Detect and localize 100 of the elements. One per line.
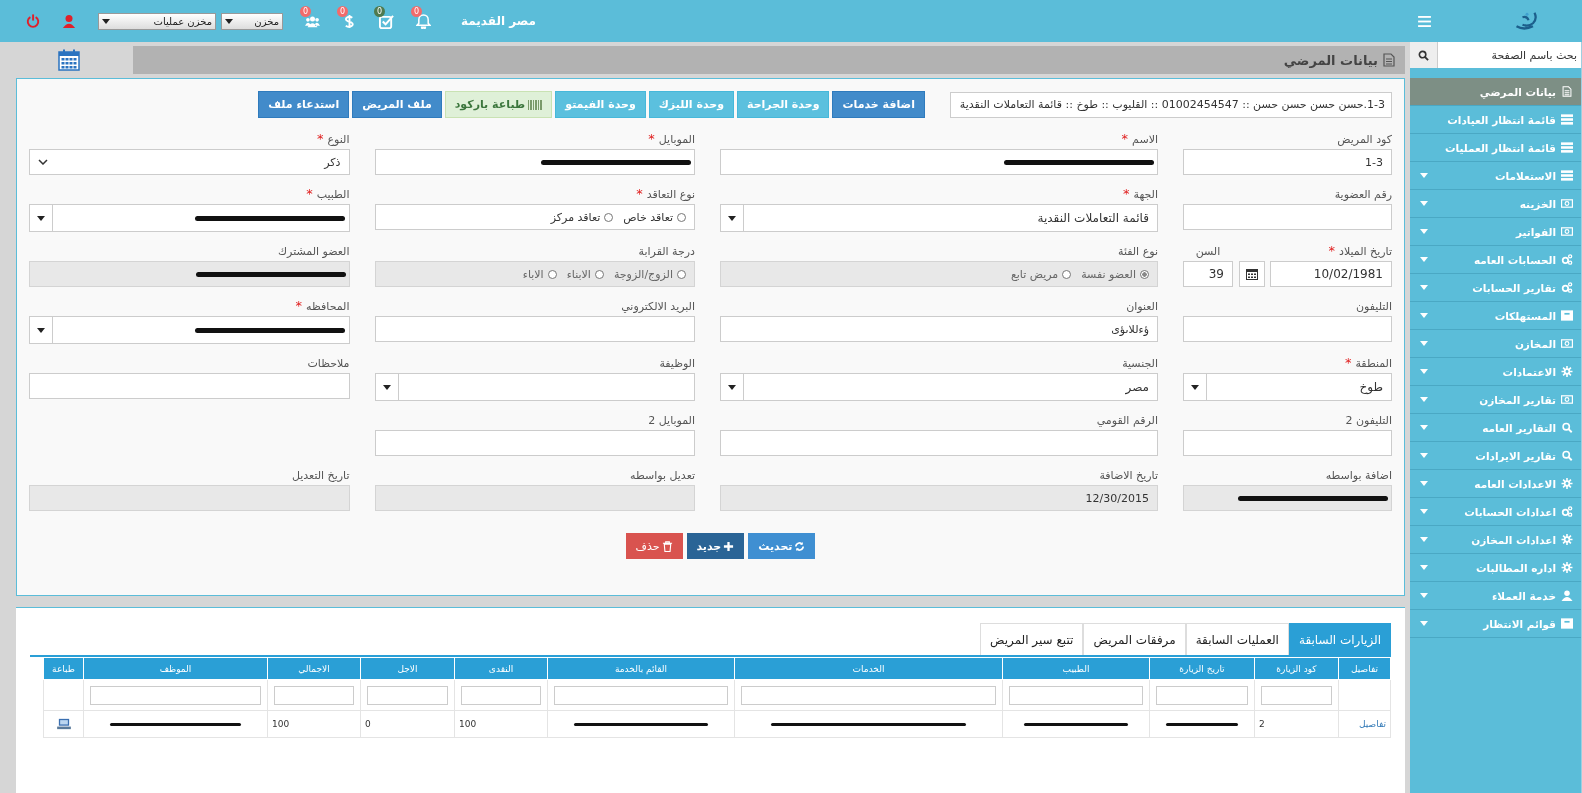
text-field[interactable] <box>374 430 695 456</box>
form-button[interactable]: جديد <box>686 533 745 559</box>
search-field[interactable]: بحث باسم الصفحة <box>1438 42 1581 68</box>
tab[interactable]: العمليات السابقة <box>1185 623 1289 655</box>
combo-field[interactable]: مصر <box>720 373 1158 401</box>
field-label: ملاحظات <box>307 357 350 370</box>
sidebar-item[interactable]: المستهلكات <box>1410 302 1581 330</box>
filter-field[interactable] <box>1009 685 1143 705</box>
gears-icon <box>1561 282 1573 293</box>
date-field[interactable]: 10/02/1981 <box>1270 261 1392 287</box>
combo-field[interactable] <box>374 373 695 401</box>
table-cell: 100 <box>272 719 290 729</box>
filter-field[interactable] <box>367 685 448 705</box>
combo-field[interactable]: طوخ <box>1183 373 1392 401</box>
action-button[interactable]: ملف المريض <box>352 91 442 118</box>
sidebar-item[interactable]: بيانات المرضي <box>1410 78 1581 106</box>
text-field[interactable] <box>374 149 695 175</box>
filter-field[interactable] <box>461 685 541 705</box>
sidebar-item[interactable]: اعدادات المخازن <box>1410 526 1581 554</box>
text-field[interactable] <box>720 149 1158 175</box>
store-select[interactable]: مخزن <box>221 12 283 30</box>
action-button[interactable]: وحدة الليزك <box>648 91 734 118</box>
action-button[interactable]: طباعة باركود <box>444 91 553 118</box>
document-icon <box>1561 86 1573 97</box>
text-field[interactable]: 1-3 <box>1183 149 1392 175</box>
text-field[interactable] <box>1183 430 1392 456</box>
search-button[interactable] <box>1410 42 1438 68</box>
box-icon <box>1561 310 1573 321</box>
filter-field[interactable] <box>741 685 996 705</box>
sidebar-item[interactable]: تقارير المخازن <box>1410 386 1581 414</box>
radio-option[interactable]: تعاقد خاص <box>623 210 686 224</box>
plus-icon <box>723 540 735 552</box>
required-mark: * <box>317 131 324 146</box>
tab[interactable]: الزيارات السابقة <box>1288 623 1391 655</box>
required-mark: * <box>306 186 313 201</box>
list-icon <box>1561 142 1573 153</box>
sidebar-item[interactable]: الاستعلامات <box>1410 162 1581 190</box>
filter-field[interactable] <box>554 685 728 705</box>
text-field[interactable] <box>1183 316 1392 342</box>
sidebar-item[interactable]: اداره المطالبات <box>1410 554 1581 582</box>
dollar-icon[interactable] <box>342 13 357 29</box>
tab[interactable]: تتبع سير المريض <box>979 623 1084 655</box>
sidebar-item[interactable]: قائمة انتظار العمليات <box>1410 134 1581 162</box>
text-field[interactable]: ؤءللاىؤى <box>720 316 1158 342</box>
text-field[interactable] <box>1183 204 1392 230</box>
action-button[interactable]: استدعاء ملف <box>258 91 350 118</box>
filter-field[interactable] <box>1156 685 1248 705</box>
text-field[interactable] <box>720 430 1158 456</box>
sidebar-item[interactable]: تقارير الايرادات <box>1410 442 1581 470</box>
count-badge: 0 <box>411 5 422 17</box>
computer-icon[interactable] <box>56 718 71 730</box>
sidebar-item[interactable]: خدمة العملاء <box>1410 582 1581 610</box>
caret-icon <box>37 215 45 221</box>
menu-icon[interactable] <box>1418 15 1431 27</box>
sidebar-item[interactable]: تقارير الحسابات <box>1410 274 1581 302</box>
sidebar-item[interactable]: اعدادات الحسابات <box>1410 498 1581 526</box>
bell-icon[interactable] <box>416 13 431 29</box>
sidebar-item[interactable]: الحسابات العامه <box>1410 246 1581 274</box>
calendar-icon[interactable] <box>58 49 80 71</box>
sidebar-item[interactable]: الاعدادات العامه <box>1410 470 1581 498</box>
banknote-icon <box>1561 198 1573 209</box>
combo-field[interactable] <box>29 204 350 232</box>
combo-field[interactable] <box>29 316 350 344</box>
filter-field[interactable] <box>90 685 261 705</box>
refresh-icon <box>794 540 806 552</box>
filter-field[interactable] <box>1261 685 1332 705</box>
sidebar-item[interactable]: قوائم الانتظار <box>1410 610 1581 638</box>
sidebar-item[interactable]: الاعتمادات <box>1410 358 1581 386</box>
trash-icon <box>661 540 673 552</box>
form-button[interactable]: تحديث <box>748 533 816 559</box>
action-button[interactable]: وحدة الفيمتو <box>555 91 646 118</box>
store-select[interactable]: مخزن عمليات <box>98 12 216 30</box>
table-cell: 0 <box>365 719 371 729</box>
sidebar-item[interactable]: الفواتير <box>1410 218 1581 246</box>
field-label: نوع الفئة <box>1118 245 1158 258</box>
user-icon[interactable] <box>62 14 76 28</box>
column-header: كود الزيارة <box>1254 657 1339 680</box>
action-button[interactable]: وحدة الجراحة <box>737 91 830 118</box>
tab[interactable]: مرفقات المريض <box>1083 623 1186 655</box>
sidebar-item[interactable]: المخازن <box>1410 330 1581 358</box>
sidebar-item[interactable]: الخزينه <box>1410 190 1581 218</box>
checkbox-icon[interactable] <box>379 13 394 29</box>
dropdown-field[interactable]: ذكر <box>29 149 350 175</box>
sidebar-item[interactable]: قائمة انتظار العيادات <box>1410 106 1581 134</box>
radio-option[interactable]: تعاقد مركز <box>550 210 614 224</box>
calendar-button[interactable] <box>1239 261 1265 287</box>
column-header: الاجمالي <box>267 657 361 680</box>
power-icon[interactable] <box>26 14 40 28</box>
column-header: النقدى <box>454 657 548 680</box>
action-button[interactable]: اضافة خدمات <box>832 91 925 118</box>
sidebar-item[interactable]: التقارير العامه <box>1410 414 1581 442</box>
field-label: تعديل بواسطه <box>630 469 695 482</box>
text-field[interactable] <box>374 316 695 342</box>
form-button[interactable]: حذف <box>625 533 683 559</box>
caret-icon <box>37 327 45 333</box>
text-field[interactable] <box>29 373 350 399</box>
filter-field[interactable] <box>274 685 354 705</box>
age-field[interactable]: 39 <box>1183 261 1233 287</box>
details-link[interactable]: تفاصيل <box>1359 719 1386 729</box>
combo-field[interactable]: قائمة التعاملات النقدية <box>720 204 1158 232</box>
